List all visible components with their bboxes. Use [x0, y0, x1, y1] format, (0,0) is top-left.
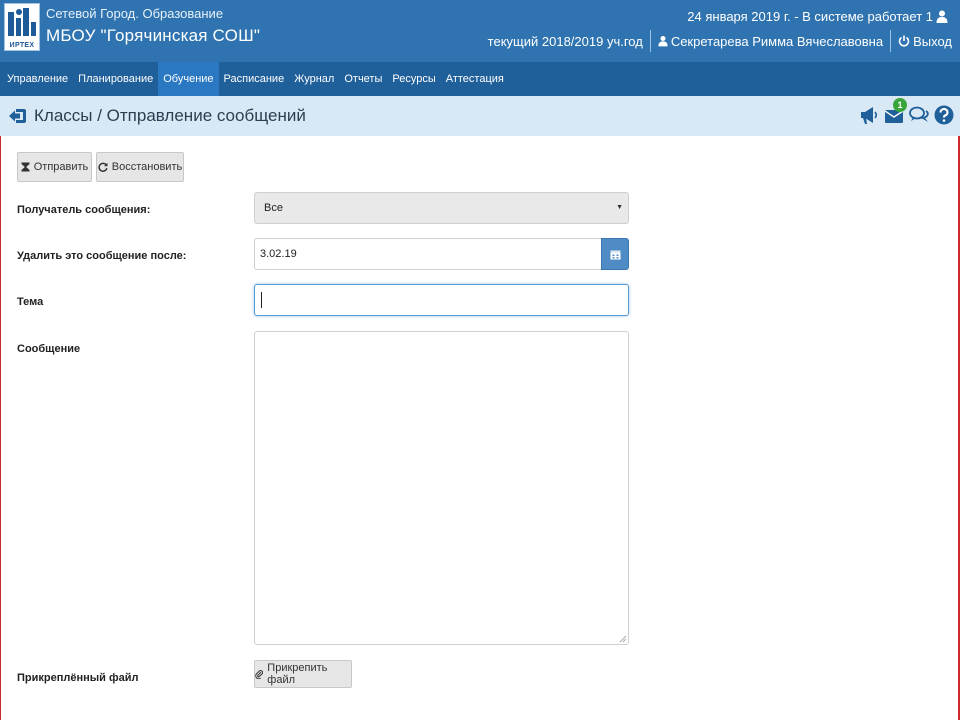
top-header: ИРТЕХ Сетевой Город. Образование МБОУ "Г… [0, 0, 960, 62]
question-icon [934, 105, 954, 125]
chat-button[interactable] [908, 104, 930, 126]
divider [890, 30, 892, 52]
calendar-button[interactable] [601, 238, 629, 270]
menu-item-resources[interactable]: Ресурсы [387, 62, 440, 96]
main-menu: Управление Планирование Обучение Расписа… [0, 62, 960, 96]
message-label: Сообщение [17, 343, 81, 355]
irtech-logo[interactable]: ИРТЕХ [4, 3, 40, 51]
recipient-label: Получатель сообщения: [17, 204, 151, 216]
attachment-label: Прикреплённый файл [17, 672, 139, 684]
header-tools: 1 [858, 98, 955, 126]
divider [649, 30, 651, 52]
menu-item-planning[interactable]: Планирование [73, 62, 158, 96]
delete-after-label: Удалить это сообщение после: [17, 250, 187, 262]
resize-handle-icon[interactable] [619, 635, 627, 643]
user-name: Секретарева Римма Вячеславовна [670, 33, 884, 49]
text-cursor [261, 292, 262, 308]
unread-badge: 1 [893, 98, 907, 112]
date-status-text: 24 января 2019 г. - В системе работает 1 [687, 9, 933, 24]
delete-after-input[interactable]: 3.02.19 [254, 238, 602, 270]
refresh-icon [98, 162, 108, 172]
send-button[interactable]: Отправить [17, 152, 92, 182]
school-year[interactable]: текущий 2018/2019 уч.год [488, 34, 643, 49]
menu-item-journal[interactable]: Журнал [289, 62, 339, 96]
paperclip-icon [255, 670, 264, 679]
logo-mark-icon [8, 8, 36, 36]
menu-item-attestation[interactable]: Аттестация [441, 62, 509, 96]
menu-item-reports[interactable]: Отчеты [339, 62, 387, 96]
send-label: Отправить [33, 161, 89, 173]
user-bar: текущий 2018/2019 уч.год Секретарева Рим… [488, 30, 952, 52]
mail-button[interactable]: 1 [883, 98, 907, 126]
breadcrumb-bar: Классы / Отправление сообщений 1 [0, 96, 960, 136]
back-arrow-icon[interactable] [8, 106, 28, 126]
menu-item-schedule[interactable]: Расписание [219, 62, 290, 96]
attach-file-button[interactable]: Прикрепить файл [254, 660, 352, 688]
user-icon [658, 36, 668, 47]
recipient-select[interactable]: Все ▼ [254, 192, 629, 224]
school-name: МБОУ "Горячинская СОШ" [46, 26, 261, 45]
calendar-icon [610, 250, 620, 259]
recipient-value: Все [264, 202, 283, 214]
power-icon [898, 35, 910, 47]
help-button[interactable] [933, 104, 955, 126]
logo-text: ИРТЕХ [9, 42, 35, 49]
user-profile-link[interactable]: Секретарева Римма Вячеславовна [658, 34, 883, 49]
hourglass-icon [21, 162, 30, 172]
menu-item-management[interactable]: Управление [2, 62, 73, 96]
delete-after-field: 3.02.19 [254, 238, 629, 270]
restore-label: Восстановить [111, 161, 183, 173]
restore-button[interactable]: Восстановить [96, 152, 184, 182]
logout-label: Выход [913, 33, 952, 49]
subject-input[interactable] [254, 284, 629, 316]
announcements-button[interactable] [858, 104, 880, 126]
logout-button[interactable]: Выход [898, 34, 952, 49]
chat-icon [909, 106, 929, 122]
megaphone-icon [861, 107, 878, 124]
user-icon [936, 10, 948, 23]
caret-down-icon: ▼ [616, 204, 623, 211]
subject-label: Тема [17, 296, 44, 308]
menu-item-education[interactable]: Обучение [158, 62, 219, 96]
message-textarea[interactable] [254, 331, 629, 645]
system-status: 24 января 2019 г. - В системе работает 1 [687, 9, 948, 24]
app-name: Сетевой Город. Образование [46, 6, 224, 21]
attach-file-label: Прикрепить файл [267, 662, 328, 686]
page-title: Классы / Отправление сообщений [34, 106, 306, 125]
